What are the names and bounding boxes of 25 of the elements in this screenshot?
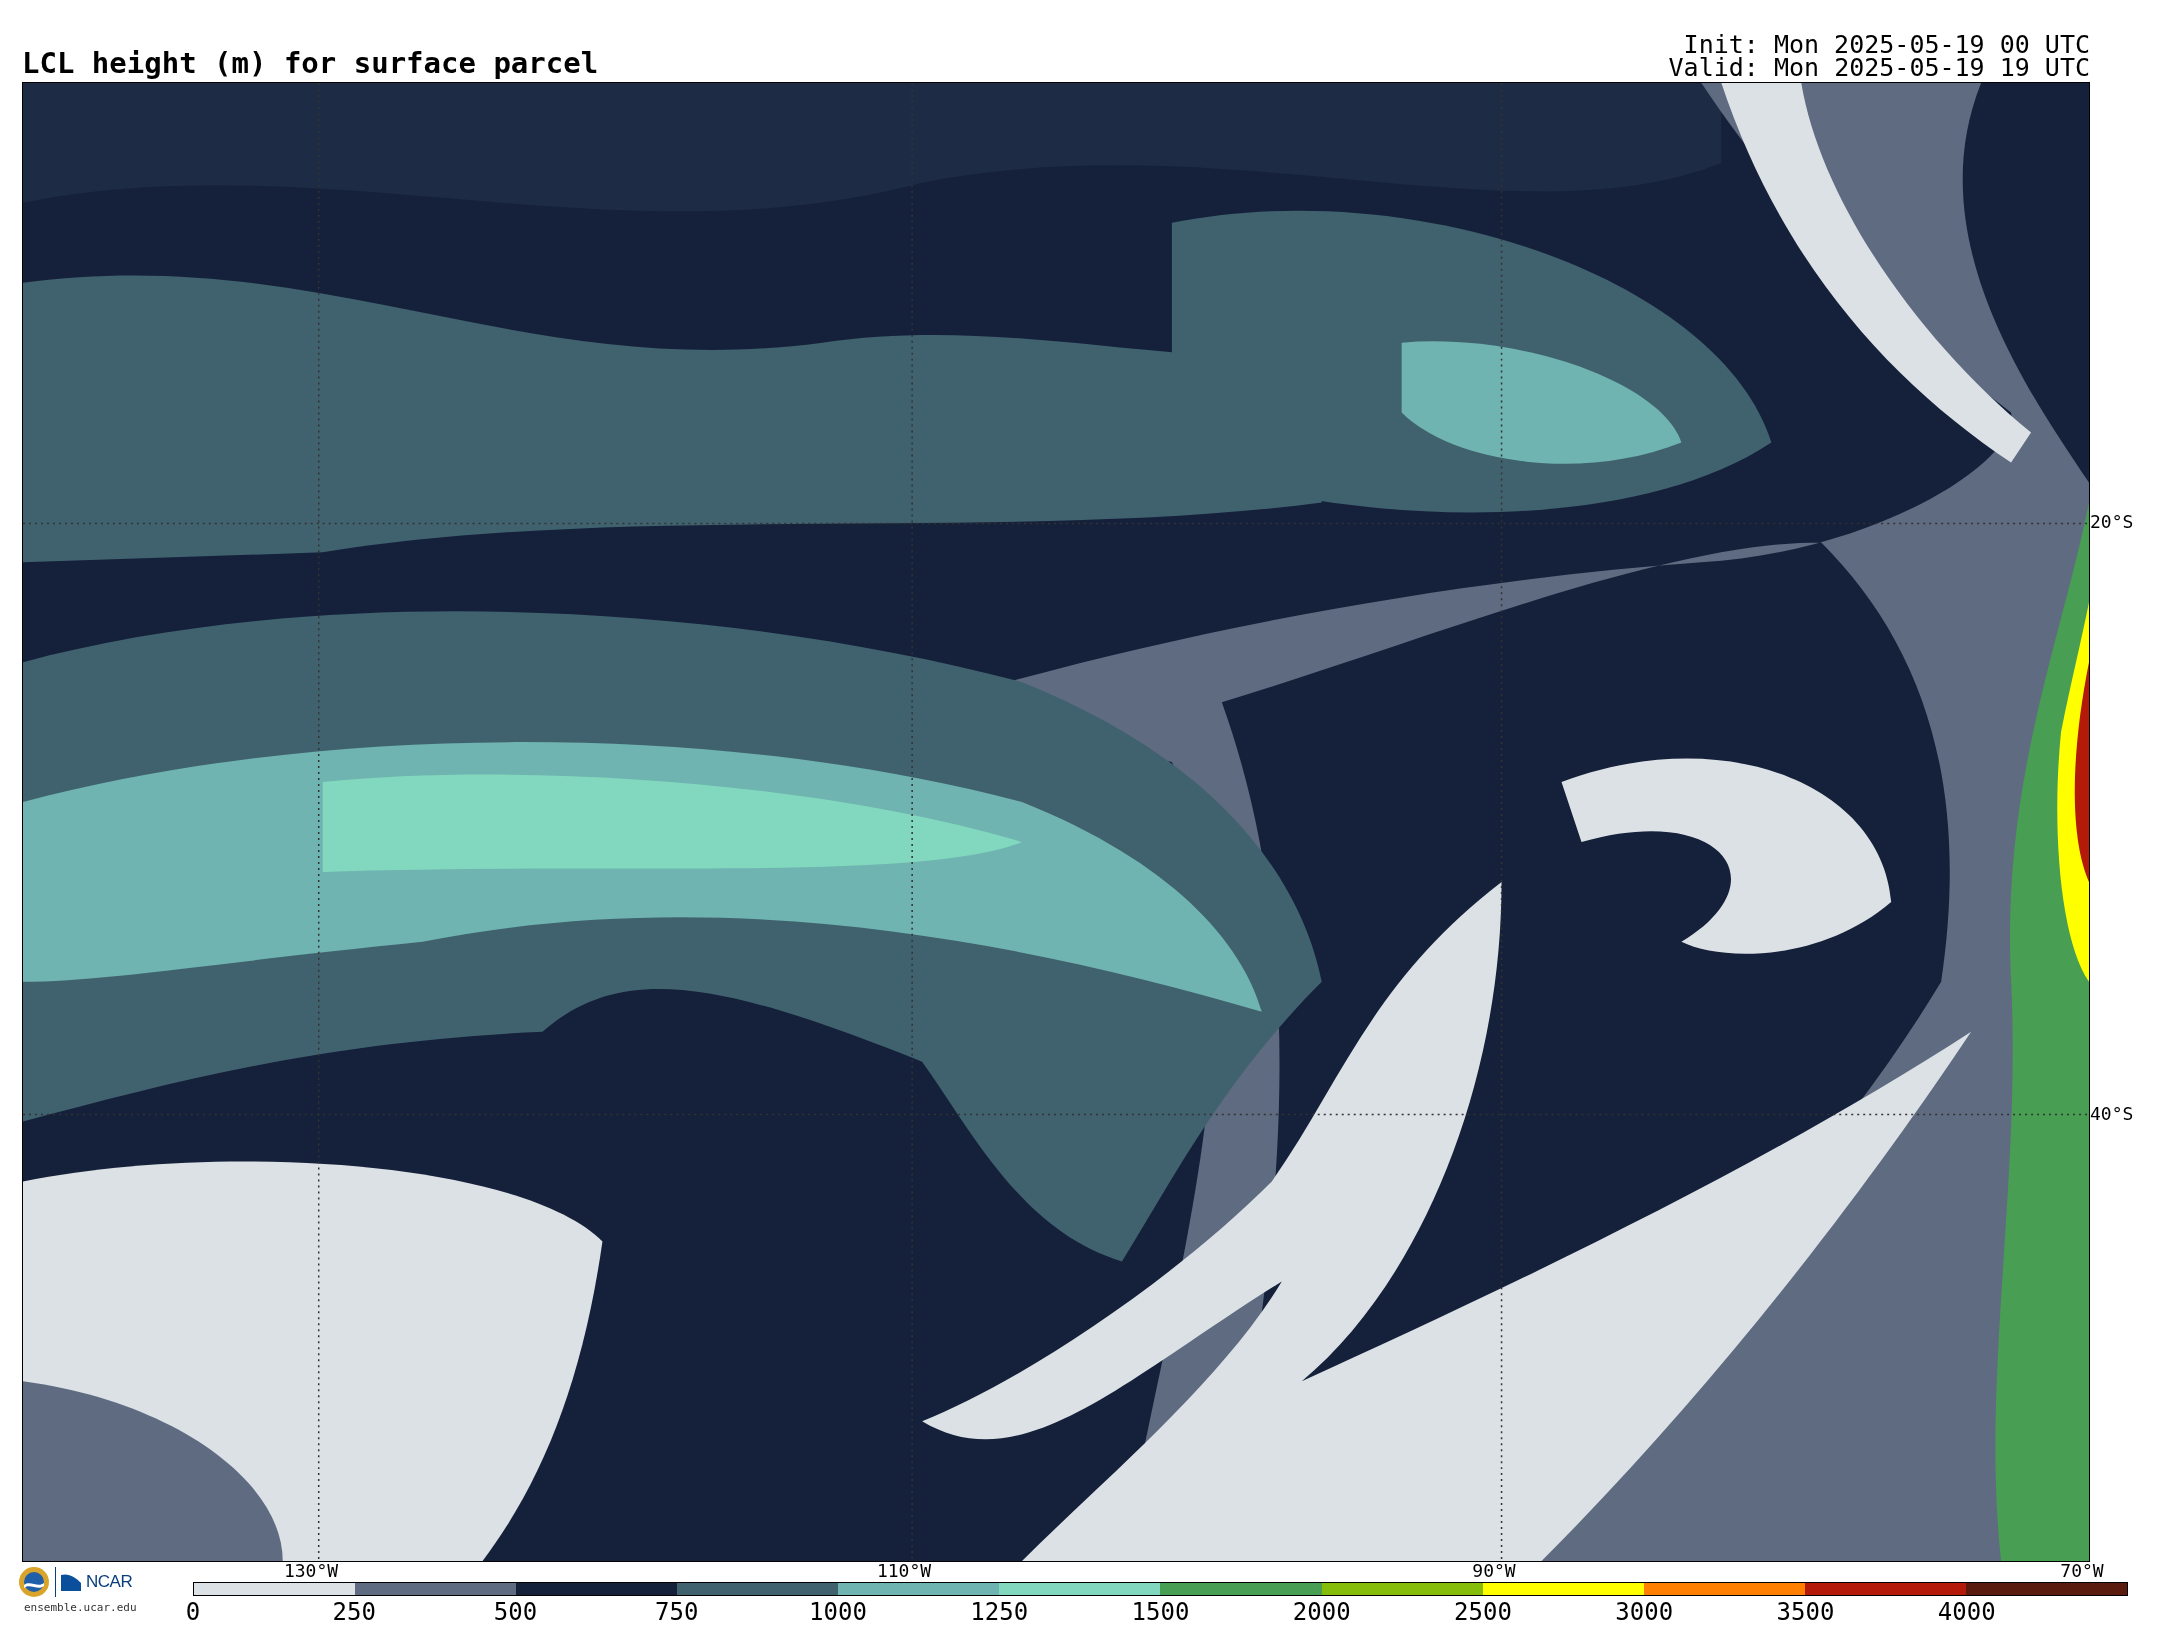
latitude-label: 20°S [2090, 513, 2135, 531]
longitude-label: 70°W [2060, 1562, 2104, 1580]
logo-icon [61, 1573, 81, 1591]
logo-text: NCAR [86, 1571, 133, 1594]
longitude-label: 110°W [876, 1562, 932, 1580]
scale-label: 2500 [1454, 1600, 1512, 1624]
scale-label: 500 [493, 1600, 538, 1624]
seal-icon [18, 1566, 50, 1598]
scale-label: 1500 [1131, 1600, 1190, 1624]
scale-label: 3500 [1776, 1600, 1835, 1624]
chart-title: LCL height (m) for surface parcel [22, 48, 599, 80]
longitude-label: 90°W [1472, 1562, 1516, 1580]
scale-label: 4000 [1937, 1600, 1996, 1624]
init-time: Init: Mon 2025-05-19 00 UTC [1683, 32, 2090, 57]
scale-label: 0 [185, 1600, 201, 1624]
longitude-label: 130°W [283, 1562, 339, 1580]
scale-label: 1250 [970, 1600, 1029, 1624]
latitude-label: 40°S [2090, 1105, 2135, 1123]
scale-label: 250 [332, 1600, 376, 1624]
website-url: ensemble.ucar.edu [24, 1600, 137, 1616]
valid-time: Valid: Mon 2025-05-19 19 UTC [1668, 56, 2090, 80]
scale-label: 3000 [1615, 1600, 1674, 1624]
scale-label: 1000 [809, 1600, 867, 1624]
scale-label: 2000 [1292, 1600, 1351, 1624]
scale-label: 750 [655, 1600, 699, 1624]
